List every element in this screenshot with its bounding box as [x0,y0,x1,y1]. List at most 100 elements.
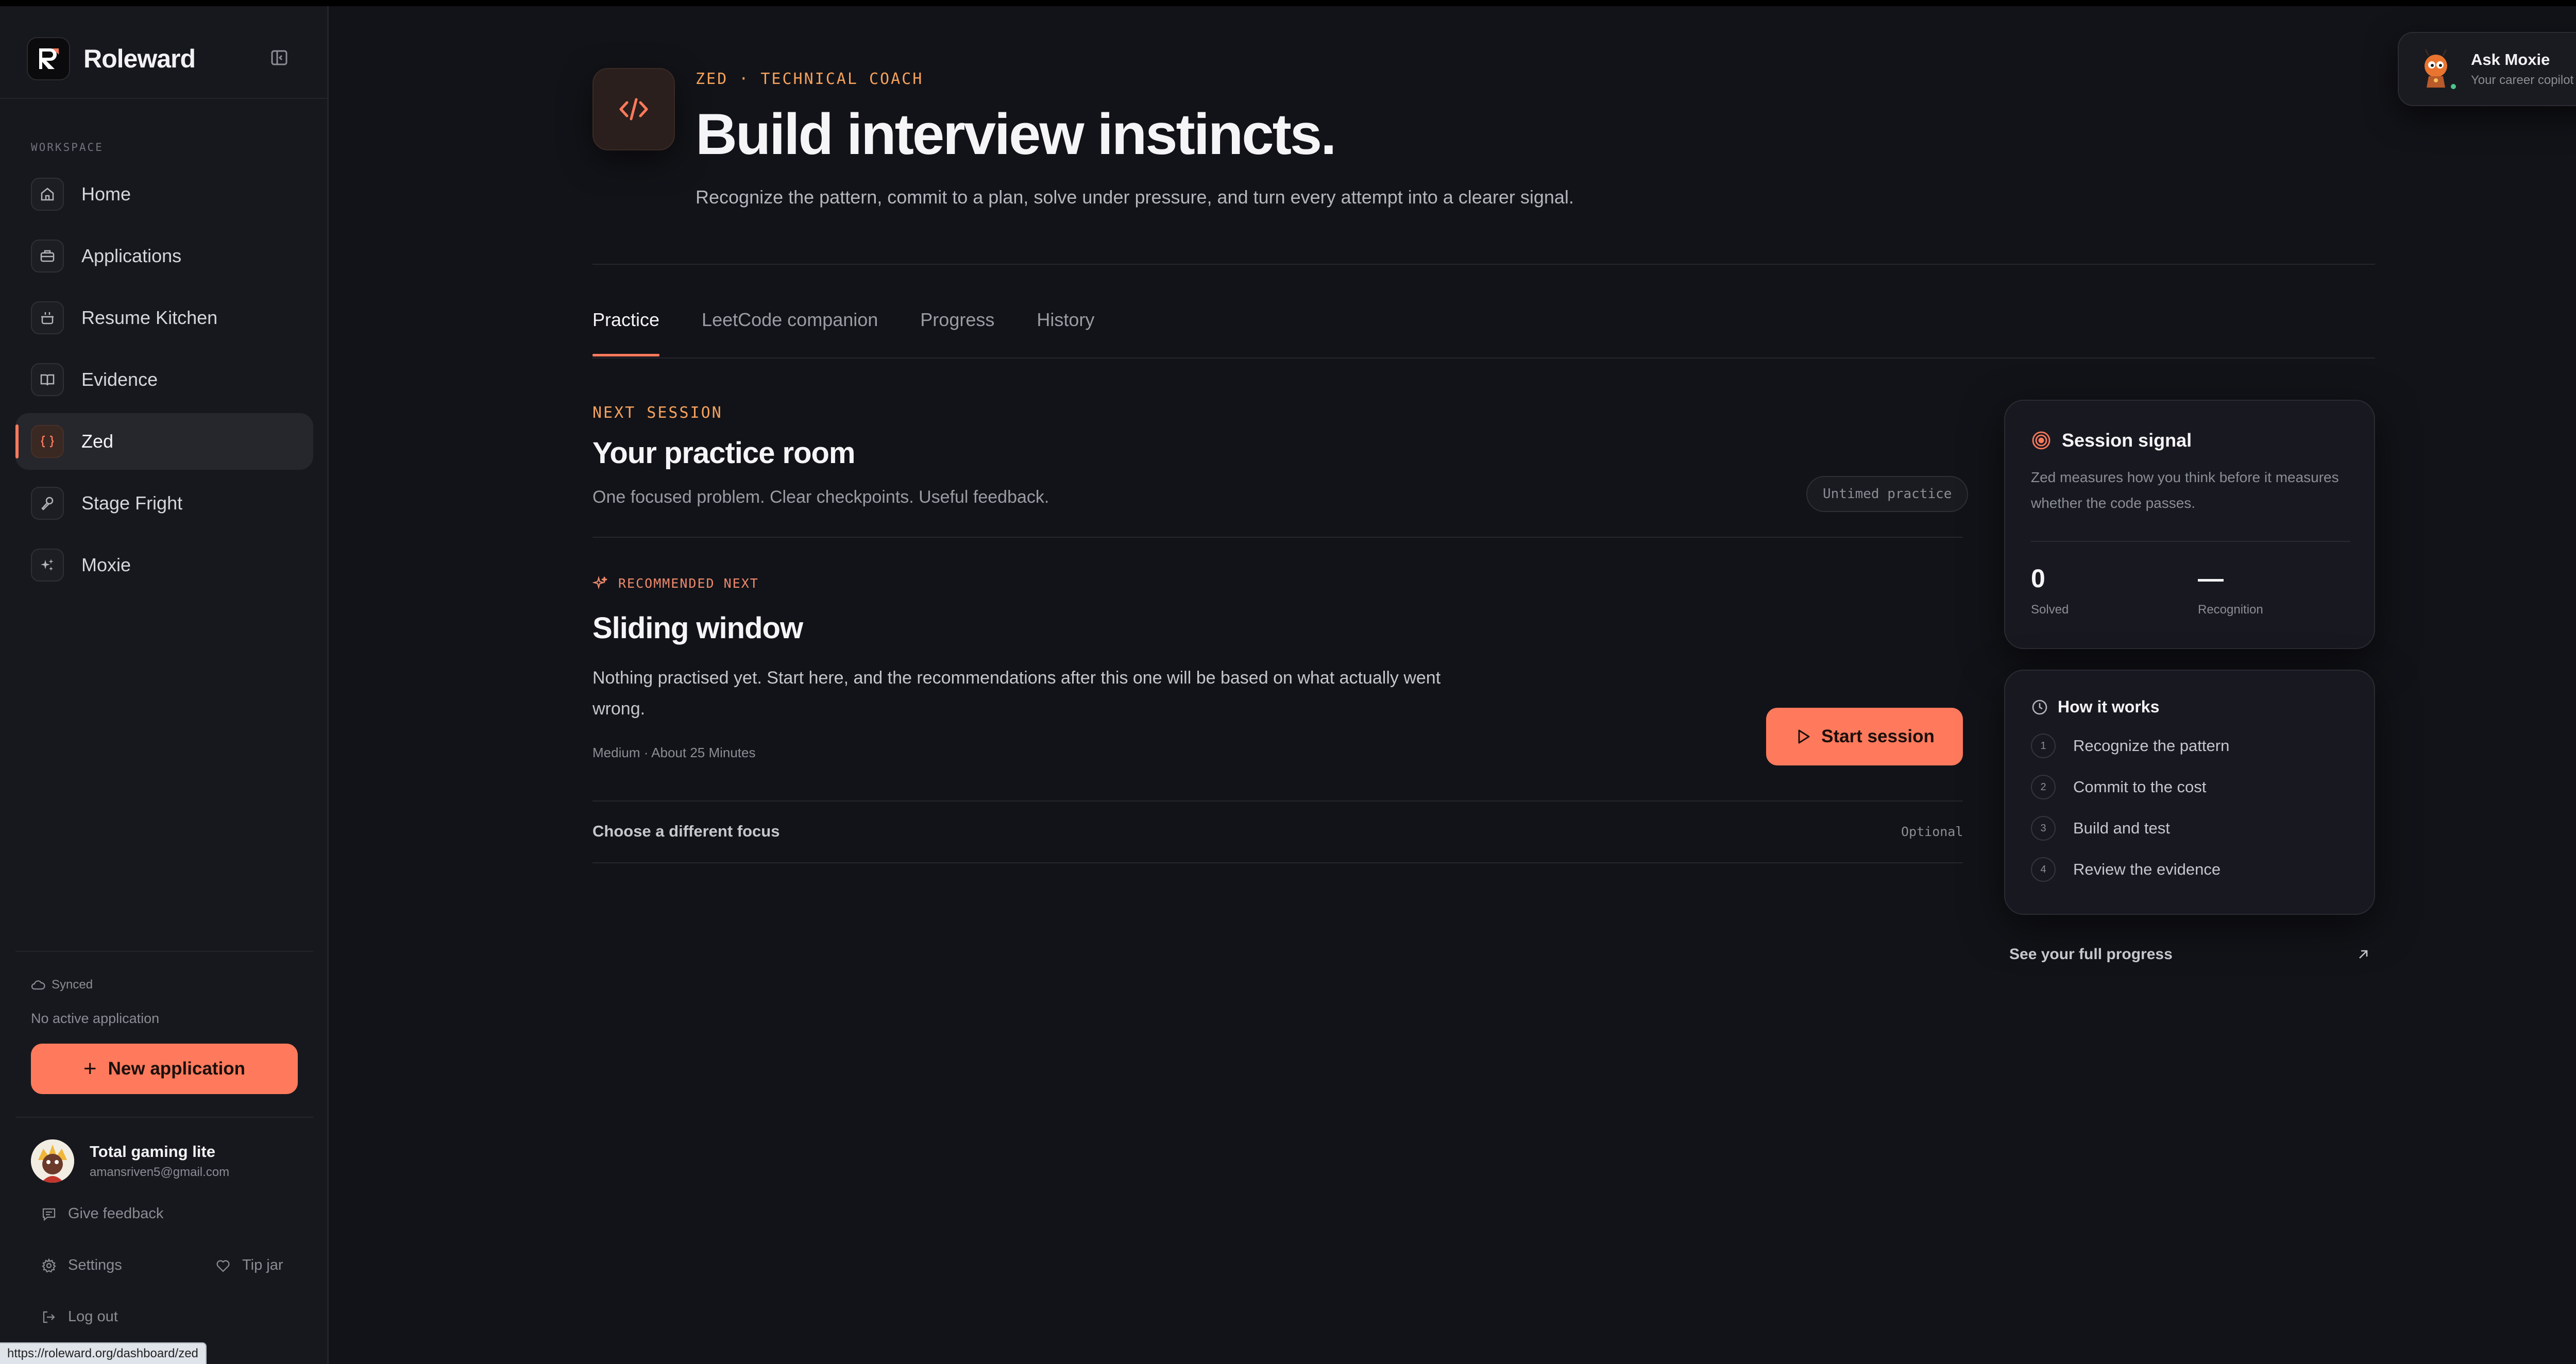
recommended-next-label: RECOMMENDED NEXT [592,575,759,591]
step-number: 2 [2031,775,2056,799]
focus-title: Sliding window [592,611,803,645]
step-item: 2 Commit to the cost [2031,775,2206,799]
sidebar-item-label: Moxie [81,554,131,575]
ask-moxie-subtitle: Your career copilot [2471,73,2574,87]
how-it-works-card: How it works 1 Recognize the pattern 2 C… [2004,670,2375,915]
tab-leetcode-companion[interactable]: LeetCode companion [702,309,878,356]
choose-different-focus[interactable]: Choose a different focus [592,822,779,841]
log-out-icon [43,1311,55,1323]
sidebar-item-home[interactable]: Home [15,166,313,223]
brand[interactable]: Roleward [27,37,196,80]
sidebar-item-label: Applications [81,245,182,266]
microphone-icon [31,487,64,520]
recommended-next-text: RECOMMENDED NEXT [618,575,759,591]
see-full-progress-link[interactable]: See your full progress [2009,946,2370,963]
sync-status-label: Synced [52,978,93,992]
stat-value: 0 [2031,564,2045,593]
step-label: Review the evidence [2073,860,2221,878]
header-divider [592,264,2375,265]
step-number: 3 [2031,816,2056,841]
avatar [31,1139,74,1183]
stat-label: Solved [2031,603,2069,617]
clock-icon [2032,700,2047,714]
section-divider [592,862,1963,863]
sidebar-item-moxie[interactable]: Moxie [15,537,313,593]
settings-link[interactable]: Settings [41,1257,122,1274]
sidebar-item-label: Stage Fright [81,492,183,514]
tab-practice[interactable]: Practice [592,309,660,356]
tab-progress[interactable]: Progress [920,309,994,356]
sidebar-item-label: Resume Kitchen [81,307,218,328]
roleward-logo [27,37,70,80]
sidebar-item-applications[interactable]: Applications [15,228,313,284]
give-feedback-link[interactable]: Give feedback [41,1205,163,1222]
status-url-tooltip: https://roleward.org/dashboard/zed [0,1342,207,1364]
gear-icon [42,1258,56,1272]
user-name: Total gaming lite [90,1143,215,1161]
log-out-link[interactable]: Log out [41,1308,118,1325]
sidebar: Roleward WORKSPACE Home Applications Res… [0,6,329,1364]
session-signal-title: Session signal [2062,430,2192,451]
log-out-label: Log out [68,1308,118,1325]
start-session-label: Start session [1821,726,1935,746]
user-profile[interactable]: Total gaming lite amansriven5@gmail.com [31,1139,229,1183]
open-book-icon [31,363,64,396]
sparkles-icon [592,575,607,590]
new-application-button[interactable]: + New application [31,1044,298,1094]
home-icon [31,178,64,211]
sidebar-item-label: Zed [81,431,114,452]
card-divider [2031,541,2350,542]
cloud-icon [31,980,45,990]
session-signal-description: Zed measures how you think before it mea… [2031,469,2339,511]
practice-room-title: Your practice room [592,436,855,470]
page-title: Build interview instincts. [696,102,1336,166]
start-session-button[interactable]: Start session [1766,708,1963,765]
step-number: 4 [2031,857,2056,882]
section-divider [592,800,1963,802]
code-icon [592,68,675,150]
step-item: 3 Build and test [2031,816,2170,841]
tab-history[interactable]: History [1037,309,1094,356]
untimed-practice-badge: Untimed practice [1806,476,1969,512]
target-icon [2032,431,2050,450]
step-label: Build and test [2073,819,2170,837]
tip-jar-link[interactable]: Tip jar [215,1257,283,1274]
sidebar-nav: Home Applications Resume Kitchen Evidenc… [15,166,313,599]
ask-moxie-button[interactable]: Ask Moxie Your career copilot [2398,32,2576,106]
give-feedback-label: Give feedback [68,1205,164,1222]
sidebar-item-resume-kitchen[interactable]: Resume Kitchen [15,289,313,346]
step-item: 4 Review the evidence [2031,857,2221,882]
practice-room-subtitle: One focused problem. Clear checkpoints. … [592,487,1049,507]
how-it-works-header: How it works [2031,697,2159,717]
sidebar-item-zed[interactable]: Zed [15,413,313,470]
new-application-label: New application [108,1059,246,1079]
step-item: 1 Recognize the pattern [2031,734,2229,758]
see-full-progress-label: See your full progress [2009,946,2173,963]
focus-meta: Medium · About 25 Minutes [592,745,756,760]
section-divider [592,537,1963,538]
sidebar-item-stage-fright[interactable]: Stage Fright [15,475,313,532]
step-label: Commit to the cost [2073,778,2207,796]
browser-top-bar [0,0,2576,6]
feedback-icon [42,1208,56,1221]
sidebar-collapse-icon[interactable] [269,47,290,68]
sidebar-item-label: Home [81,183,131,204]
sidebar-divider [15,1117,313,1118]
sync-status: Synced [31,978,93,992]
settings-label: Settings [68,1257,122,1273]
ask-moxie-title: Ask Moxie [2471,50,2550,69]
how-it-works-title: How it works [2058,697,2160,716]
stat-recognition: — Recognition [2198,564,2263,617]
page-subtitle: Recognize the pattern, commit to a plan,… [696,186,1574,208]
heart-icon [216,1260,230,1272]
stat-solved: 0 Solved [2031,564,2069,617]
sidebar-item-label: Evidence [81,369,158,390]
next-session-label: NEXT SESSION [592,404,723,422]
moxie-avatar [2413,46,2459,92]
user-email: amansriven5@gmail.com [90,1165,230,1179]
page-eyebrow: ZED · TECHNICAL COACH [696,70,924,88]
sidebar-item-evidence[interactable]: Evidence [15,351,313,408]
step-number: 1 [2031,734,2056,758]
play-icon [1798,729,1810,744]
sidebar-divider [0,98,329,99]
